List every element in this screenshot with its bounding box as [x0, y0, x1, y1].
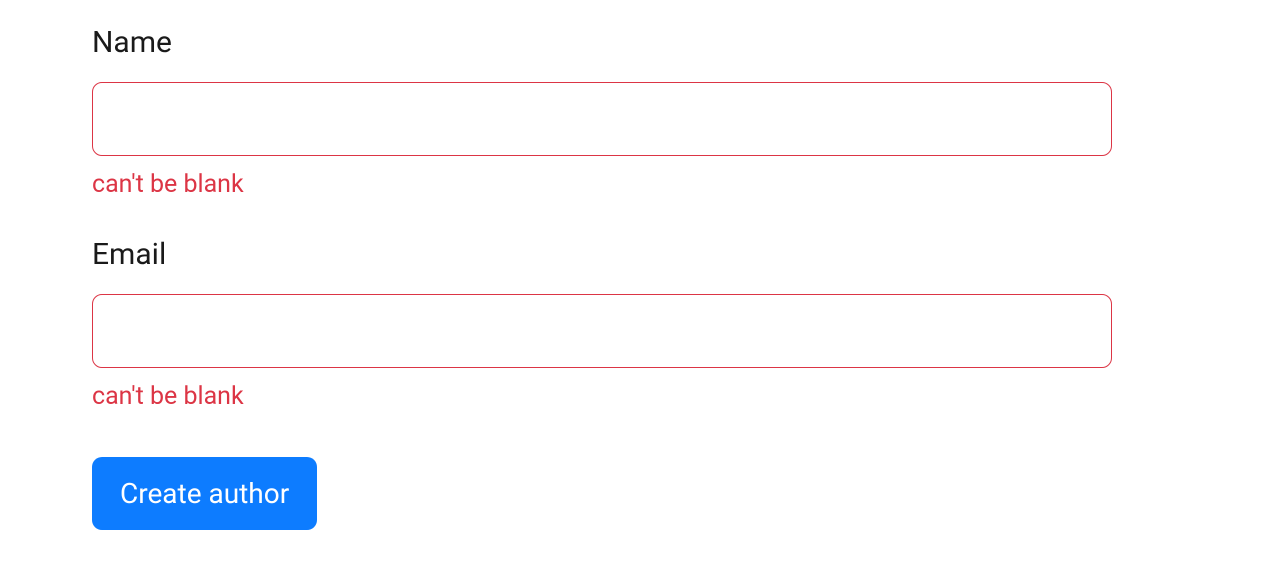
name-label: Name	[92, 25, 1180, 60]
create-author-button[interactable]: Create author	[92, 457, 317, 530]
name-field-group: Name can't be blank	[92, 25, 1180, 199]
name-input[interactable]	[92, 82, 1112, 156]
email-field-group: Email can't be blank	[92, 237, 1180, 411]
email-error: can't be blank	[92, 382, 1180, 411]
email-label: Email	[92, 237, 1180, 272]
author-form: Name can't be blank Email can't be blank…	[92, 25, 1180, 530]
name-error: can't be blank	[92, 170, 1180, 199]
email-input[interactable]	[92, 294, 1112, 368]
